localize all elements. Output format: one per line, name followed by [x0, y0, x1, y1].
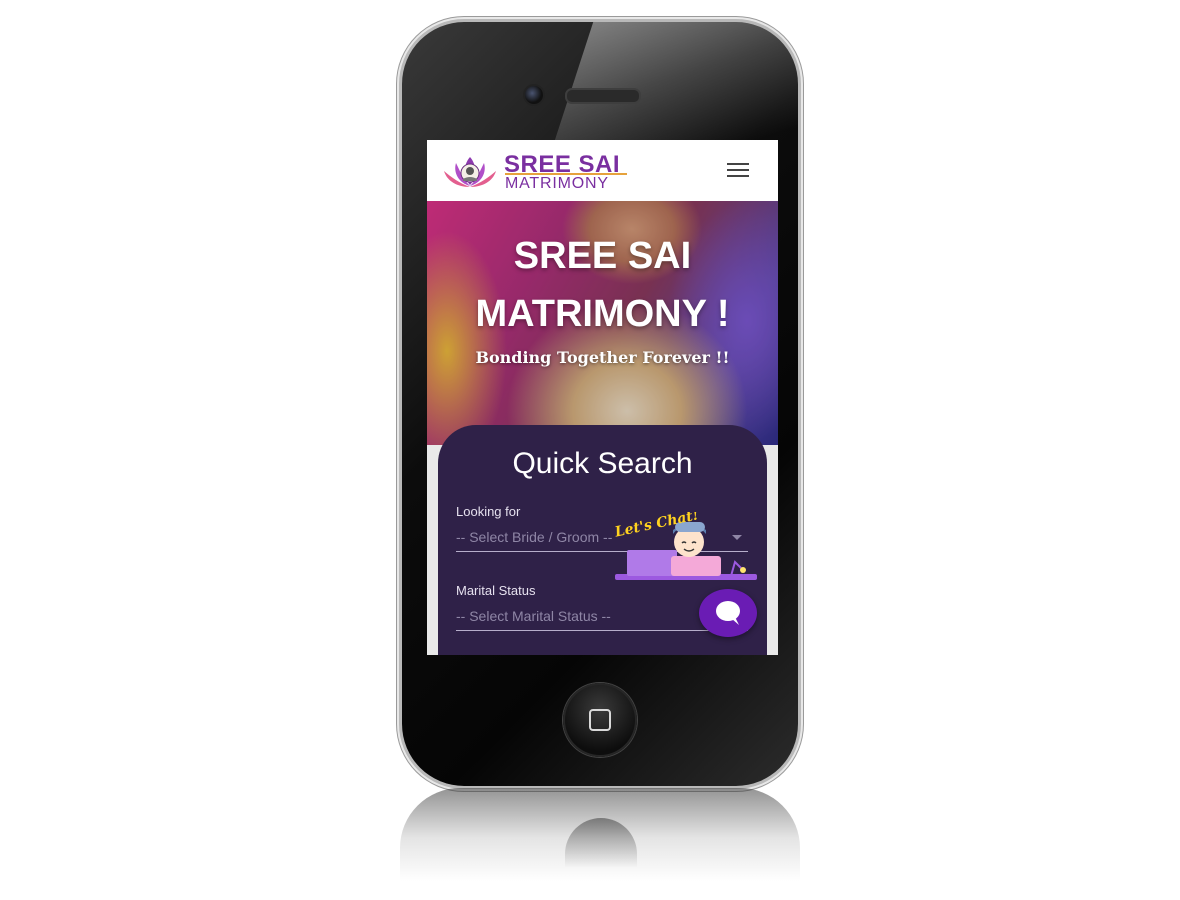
marital-status-label: Marital Status — [456, 583, 536, 598]
menu-bar — [727, 175, 749, 177]
navbar: SREE SAI MATRIMONY — [427, 140, 778, 202]
home-button[interactable] — [563, 683, 637, 757]
quick-search-title: Quick Search — [512, 447, 693, 480]
lotus-logo-icon[interactable] — [441, 153, 499, 191]
menu-bar — [727, 169, 749, 171]
home-square-icon — [589, 709, 611, 731]
brand-name-line2[interactable]: MATRIMONY — [505, 175, 609, 193]
lets-chat-illustration[interactable]: Let's Chat! — [613, 512, 759, 584]
looking-for-label: Looking for — [456, 504, 521, 519]
phone-reflection — [400, 788, 800, 898]
front-camera-icon — [523, 84, 545, 106]
hero-banner: SREE SAI MATRIMONY ! Bonding Together Fo… — [427, 201, 778, 445]
earpiece-speaker — [565, 88, 641, 104]
hamburger-menu-icon[interactable] — [727, 163, 749, 177]
chat-button[interactable] — [699, 589, 757, 637]
menu-bar — [727, 163, 749, 165]
hero-subtitle: Bonding Together Forever !! — [475, 348, 730, 367]
looking-for-placeholder: -- Select Bride / Groom -- — [456, 529, 613, 545]
phone-screen: SREE SAI MATRIMONY SREE SAI MATRIMONY ! … — [427, 140, 778, 655]
reflection-home-button — [565, 818, 637, 868]
chat-bubble-icon — [716, 601, 740, 625]
marital-status-placeholder: -- Select Marital Status -- — [456, 608, 611, 624]
hero-title: SREE SAI MATRIMONY ! — [475, 235, 730, 335]
